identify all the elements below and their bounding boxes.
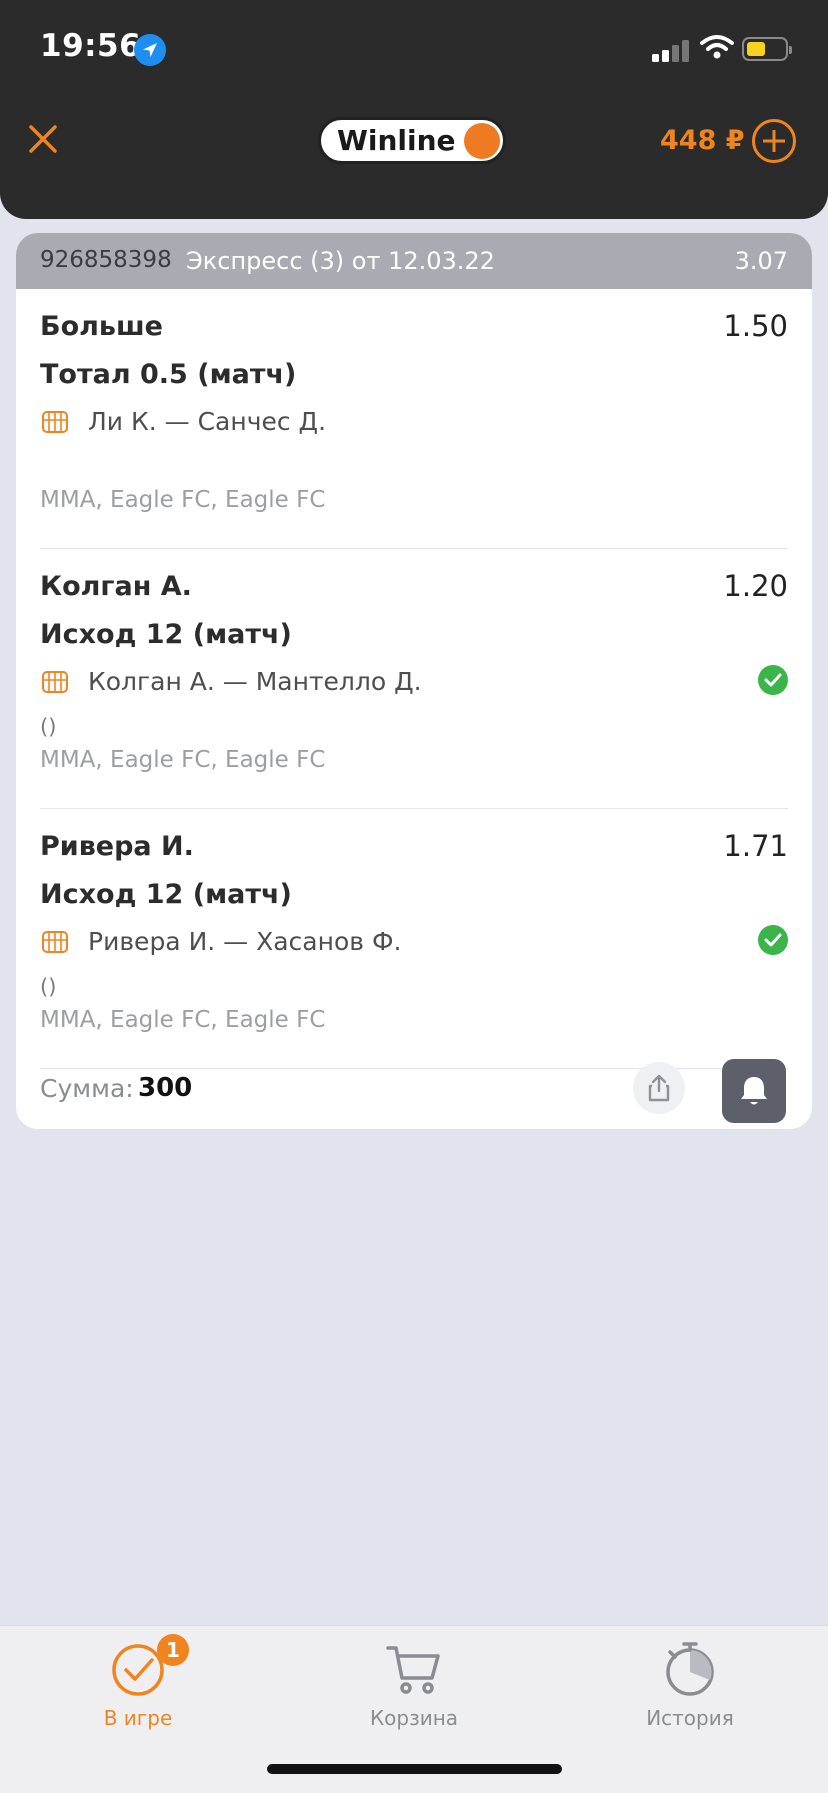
history-timer-icon: [666, 1642, 714, 1696]
bet-event[interactable]: Больше 1.50 Тотал 0.5 (матч) Ли К. — Сан…: [16, 289, 812, 549]
home-indicator: [267, 1764, 562, 1774]
close-button[interactable]: [26, 122, 60, 156]
event-market: Исход 12 (матч): [40, 619, 292, 650]
close-icon: [29, 125, 57, 153]
event-match: Колган А. — Мантелло Д.: [88, 667, 422, 696]
bet-event[interactable]: Колган А. 1.20 Исход 12 (матч) Колган А.…: [16, 549, 812, 809]
event-match: Ли К. — Санчес Д.: [88, 407, 327, 436]
bet-type: Экспресс (3) от 12.03.22: [186, 247, 495, 275]
battery-icon: [742, 37, 792, 61]
winline-logo: Winline: [318, 117, 506, 164]
tab-label: Корзина: [369, 1706, 459, 1730]
tab-in-game[interactable]: 1 В игре: [0, 1626, 276, 1746]
event-league: MMA, Eagle FC, Eagle FC: [40, 487, 326, 513]
event-score: (): [40, 715, 57, 739]
logo-dot: [464, 123, 500, 159]
tab-label: В игре: [103, 1706, 173, 1730]
mma-glove-icon: [42, 411, 68, 433]
balance[interactable]: 448 ₽: [660, 125, 745, 156]
tab-cart[interactable]: Корзина: [276, 1626, 552, 1746]
event-coefficient: 1.71: [723, 829, 788, 863]
sum-value: 300: [138, 1073, 193, 1103]
event-selection: Ривера И.: [40, 831, 194, 862]
app-header: 19:56 Winline 448 ₽: [0, 0, 828, 219]
tab-label: История: [646, 1706, 734, 1730]
event-selection: Больше: [40, 311, 163, 342]
event-score: (): [40, 975, 57, 999]
wifi-icon: [700, 35, 734, 59]
event-league: MMA, Eagle FC, Eagle FC: [40, 747, 326, 773]
event-league: MMA, Eagle FC, Eagle FC: [40, 1007, 326, 1033]
add-funds-button[interactable]: [752, 119, 796, 163]
bet-event[interactable]: Ривера И. 1.71 Исход 12 (матч) Ривера И.…: [16, 809, 812, 1069]
cellular-signal-icon: [652, 38, 692, 62]
event-selection: Колган А.: [40, 571, 192, 602]
sum-label: Сумма:: [40, 1074, 134, 1103]
notifications-button[interactable]: [722, 1059, 786, 1123]
event-market: Исход 12 (матч): [40, 879, 292, 910]
total-coefficient: 3.07: [734, 247, 788, 275]
bet-card: 926858398 Экспресс (3) от 12.03.22 3.07 …: [16, 233, 812, 1129]
bet-card-header: 926858398 Экспресс (3) от 12.03.22 3.07: [16, 233, 812, 289]
share-icon: [648, 1074, 670, 1102]
tab-badge: 1: [157, 1634, 189, 1666]
location-arrow-icon: [134, 34, 166, 66]
won-check-icon: [758, 925, 788, 955]
share-button[interactable]: [633, 1062, 685, 1114]
event-market: Тотал 0.5 (матч): [40, 359, 297, 390]
cart-icon: [386, 1646, 440, 1694]
mma-glove-icon: [42, 931, 68, 953]
status-time: 19:56: [40, 28, 142, 64]
event-match: Ривера И. — Хасанов Ф.: [88, 927, 402, 956]
won-check-icon: [758, 665, 788, 695]
event-coefficient: 1.20: [723, 569, 788, 603]
tab-history[interactable]: История: [552, 1626, 828, 1746]
mma-glove-icon: [42, 671, 68, 693]
event-coefficient: 1.50: [723, 309, 788, 343]
logo-text: Winline: [337, 124, 456, 157]
bell-icon: [741, 1077, 767, 1105]
bet-id: 926858398: [40, 247, 172, 273]
